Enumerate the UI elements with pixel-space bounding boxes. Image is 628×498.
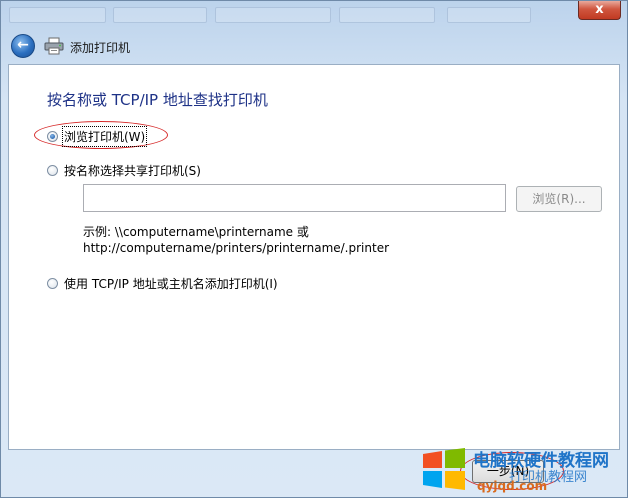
title-bar-ghost-tab: [9, 7, 106, 23]
navigation-bar: ← 添加打印机: [8, 31, 620, 61]
radio-browse-printer[interactable]: [47, 131, 58, 142]
page-title: 按名称或 TCP/IP 地址查找打印机: [47, 91, 268, 109]
back-arrow-icon: ←: [17, 37, 29, 53]
watermark: 电脑软硬件教程网 打印机教程网 qyjqd.com: [421, 446, 623, 496]
shared-printer-name-input[interactable]: [83, 184, 506, 212]
radio-tcpip-printer[interactable]: [47, 278, 58, 289]
option-label[interactable]: 按名称选择共享打印机(S): [64, 162, 201, 179]
browse-button[interactable]: 浏览(R)...: [516, 186, 602, 212]
example-text: 示例: \\computername\printername 或 http://…: [83, 224, 389, 256]
title-bar-ghost-tab: [215, 7, 331, 23]
example-line: http://computername/printers/printername…: [83, 241, 390, 255]
watermark-url: qyjqd.com: [477, 479, 548, 493]
windows-logo: [423, 448, 465, 490]
printer-icon: [44, 37, 64, 55]
option-select-shared-printer[interactable]: 按名称选择共享打印机(S): [47, 162, 201, 179]
back-button[interactable]: ←: [11, 34, 35, 58]
wizard-content: 按名称或 TCP/IP 地址查找打印机 浏览打印机(W) 按名称选择共享打印机(…: [8, 64, 620, 450]
option-browse-printer[interactable]: 浏览打印机(W): [47, 126, 148, 147]
close-icon: x: [595, 2, 604, 17]
title-bar-ghost-tab: [447, 7, 531, 23]
option-tcpip-printer[interactable]: 使用 TCP/IP 地址或主机名添加打印机(I): [47, 275, 278, 292]
title-bar-ghost-tab: [339, 7, 435, 23]
dialog-window: x ← 添加打印机 按名称或 TCP/IP 地址查找打印机 浏览打印机(W) 按…: [0, 0, 628, 498]
title-bar: x: [1, 1, 627, 27]
option-label[interactable]: 浏览打印机(W): [61, 126, 148, 147]
title-bar-ghost-tab: [113, 7, 207, 23]
option-label[interactable]: 使用 TCP/IP 地址或主机名添加打印机(I): [64, 275, 278, 292]
close-button[interactable]: x: [578, 1, 621, 20]
example-line: 示例: \\computername\printername 或: [83, 225, 309, 239]
radio-select-shared-printer[interactable]: [47, 165, 58, 176]
window-title: 添加打印机: [70, 41, 131, 55]
